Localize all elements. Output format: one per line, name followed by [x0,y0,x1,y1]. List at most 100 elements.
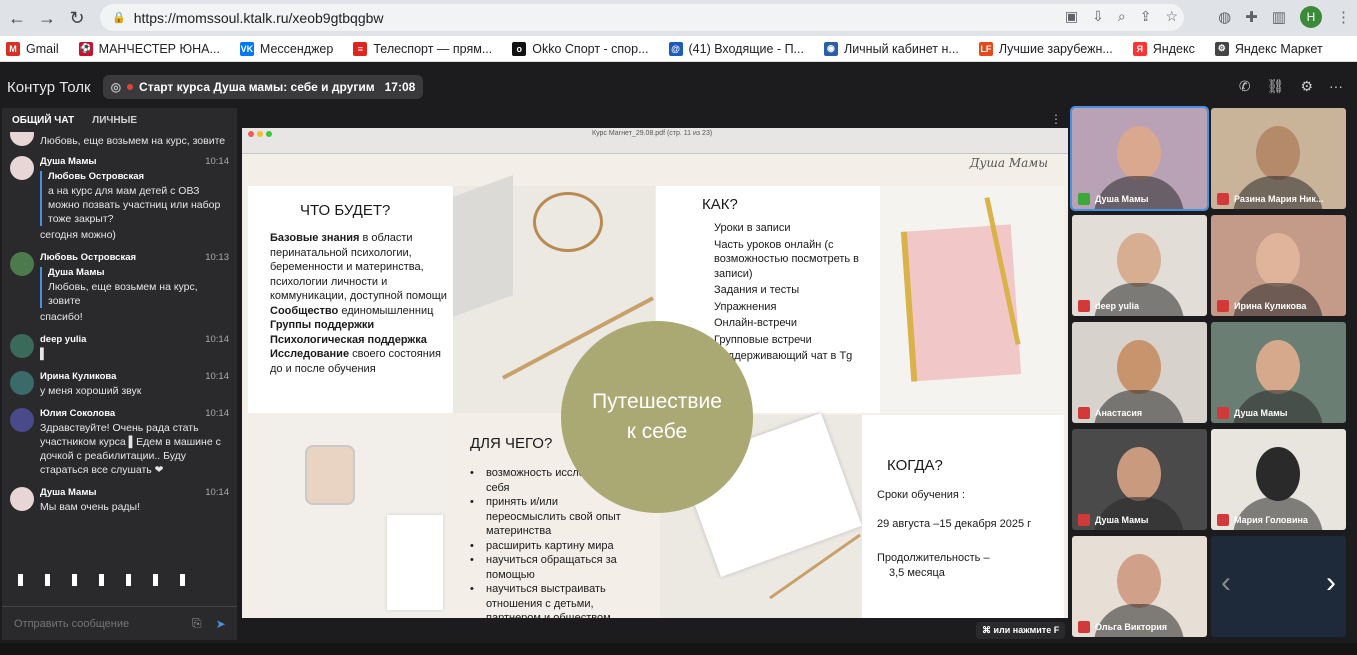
how-item: Упражнения [714,300,777,313]
bookmark-item[interactable]: M Gmail [6,41,59,56]
chat-message: Душа Мамы 10:14 Мы вам очень рады! [2,487,237,514]
bookmark-item[interactable]: ⚙ Яндекс Маркет [1214,41,1323,56]
more-icon[interactable]: ··· [1329,78,1343,95]
fullscreen-hint[interactable]: ⌘ или нажмите F [976,622,1066,639]
bookmark-item[interactable]: LF Лучшие зарубежн... [978,41,1113,56]
message-time: 10:14 [205,408,229,419]
participant-tile[interactable]: Ирина Куликова [1211,215,1346,316]
reload-icon[interactable]: ↻ [64,5,90,31]
bookmark-item[interactable]: Я Яндекс [1132,41,1195,56]
star-icon[interactable]: ☆ [1165,8,1178,25]
participant-video [1256,447,1300,501]
message-time: 10:14 [205,487,229,498]
pdf-toolbar: Курс Магнет_29.08.pdf (стр. 11 из 23) Ду… [242,128,1068,170]
participant-label: Душа Мамы [1095,515,1149,525]
bookmark-item[interactable]: ⚽ МАНЧЕСТЕР ЮНА... [78,41,220,56]
what-item-bold: Группы поддержки [270,319,375,331]
camera-icon[interactable]: ▣ [1065,8,1078,25]
settings-icon[interactable]: ⚙ [1300,78,1313,95]
participant-tile[interactable]: Мария Головина [1211,429,1346,530]
what-item-rest: единомышленниц [338,304,434,317]
phone-icon[interactable]: ✆ [1239,78,1251,95]
bookmark-label: Лучшие зарубежн... [998,41,1113,56]
message-input[interactable] [14,617,184,630]
bookmark-item[interactable]: ≡ Телеспорт — прям... [353,41,492,56]
link-icon[interactable]: ⛓ [1267,78,1285,95]
what-item-bold: Психологическая поддержка [270,333,427,346]
participant-video [1117,554,1161,608]
participant-tile[interactable]: Ольга Виктория [1072,536,1207,637]
when-title: КОГДА? [887,457,943,474]
participant-tile[interactable]: Анастасия [1072,322,1207,423]
back-icon[interactable]: ← [4,5,30,31]
list-item: Любовь, еще возьмем на курс, зовите [2,132,237,148]
mic-off-icon [1078,514,1090,526]
attach-icon[interactable]: ⎘ [192,616,202,631]
message-list[interactable]: Любовь, еще возьмем на курс, зовите Душа… [2,132,237,572]
participant-label: deep yulia [1095,301,1140,311]
message-sender: Душа Мамы [40,487,97,498]
avatar [10,371,34,395]
sidepanel-icon[interactable]: ▥ [1272,8,1286,26]
message-text: сегодня можно) [40,229,116,241]
bookmark-item[interactable]: @ (41) Входящие - П... [668,41,804,56]
participant-tile[interactable]: Душа Мамы [1072,429,1207,530]
chat-message: Ирина Куликова 10:14 у меня хороший звук [2,371,237,398]
next-page-icon[interactable]: › [1326,566,1336,600]
tab-common-chat[interactable]: ОБЩИЙ ЧАТ [12,115,74,126]
duration-label: Продолжительность – [877,552,990,564]
how-item: Онлайн-встречи [714,317,798,329]
message-time: 10:13 [205,252,229,263]
participant-video [1117,447,1161,501]
share-icon[interactable]: ⇪ [1140,8,1152,25]
participant-tile[interactable]: Душа Мамы [1211,322,1346,423]
chat-panel: ОБЩИЙ ЧАТ ЛИЧНЫЕ Любовь, еще возьмем на … [2,108,237,640]
participant-label: Душа Мамы [1234,408,1288,418]
url-text: https://momssoul.ktalk.ru/xeob9gtbqgbw [133,9,384,26]
bookmark-icon: M [6,41,20,56]
profile-avatar[interactable]: Н [1300,6,1322,28]
send-icon[interactable]: ➤ [216,617,226,631]
bookmark-label: Яндекс [1152,41,1195,56]
install-icon[interactable]: ⇩ [1092,8,1104,25]
bookmark-item[interactable]: o Okko Спорт - спор... [512,41,649,56]
stage-more-icon[interactable]: ⋮ [1050,112,1062,126]
menu-icon[interactable]: ⋮ [1336,8,1351,26]
how-item: Задания и тесты [714,284,800,296]
participant-name: Разина Мария Ник... [1217,193,1323,205]
meeting-pill[interactable]: ◎ Старт курса Душа мамы: себе и другим 1… [102,75,424,99]
why-item: • научиться выстраивать отношения с детьм… [470,582,655,618]
recording-dot [127,84,134,90]
address-bar[interactable]: 🔒 https://momssoul.ktalk.ru/xeob9gtbqgbw… [100,4,1184,31]
bookmark-item[interactable]: ◉ Личный кабинет н... [823,41,959,56]
bookmark-label: Личный кабинет н... [843,41,959,56]
participant-tile[interactable]: Разина Мария Ник... [1211,108,1346,209]
app-header: Контур Толк ◎ Старт курса Душа мамы: себ… [0,68,1357,106]
participant-label: Мария Головина [1234,515,1308,525]
extensions-icon[interactable]: ✚ [1245,8,1258,26]
duration-value: 3,5 месяца [889,566,945,579]
forward-icon[interactable]: → [34,5,60,31]
tab-private[interactable]: ЛИЧНЫЕ [92,115,137,126]
bullet-icon: • [470,467,474,479]
message-sender: Любовь Островская [40,252,137,263]
participant-video [1117,340,1161,394]
bookmark-icon: ≡ [353,41,368,56]
participant-tile[interactable]: deep yulia [1072,215,1207,316]
what-item: Группы поддержки [270,318,453,333]
extension-globe-icon[interactable]: ◍ [1218,8,1231,26]
bookmark-item[interactable]: VK Мессенджер [239,41,334,56]
bookmarks-bar: M Gmail ⚽ МАНЧЕСТЕР ЮНА... VK Мессенджер ≡ Теле… [0,36,1357,62]
bookmark-label: Мессенджер [259,41,334,56]
bookmark-label: Яндекс Маркет [1234,41,1323,56]
participant-tile[interactable]: Душа Мамы [1070,106,1209,211]
taskbar [0,643,1357,655]
how-item: Поддерживающий чат в Tg [714,350,853,362]
chat-message: Любовь Островская 10:13 Душа Мамы Любовь, е… [2,252,237,324]
how-item: Часть уроков онлайн (с возможностью посм… [714,238,860,280]
prev-page-icon[interactable]: ‹ [1221,566,1231,600]
circle-line1: Путешествие [592,390,722,413]
zoom-icon[interactable]: ⌕ [1118,8,1126,25]
message-sender: Юлия Соколова [40,408,116,419]
what-item-bold: Исследование [270,348,350,360]
